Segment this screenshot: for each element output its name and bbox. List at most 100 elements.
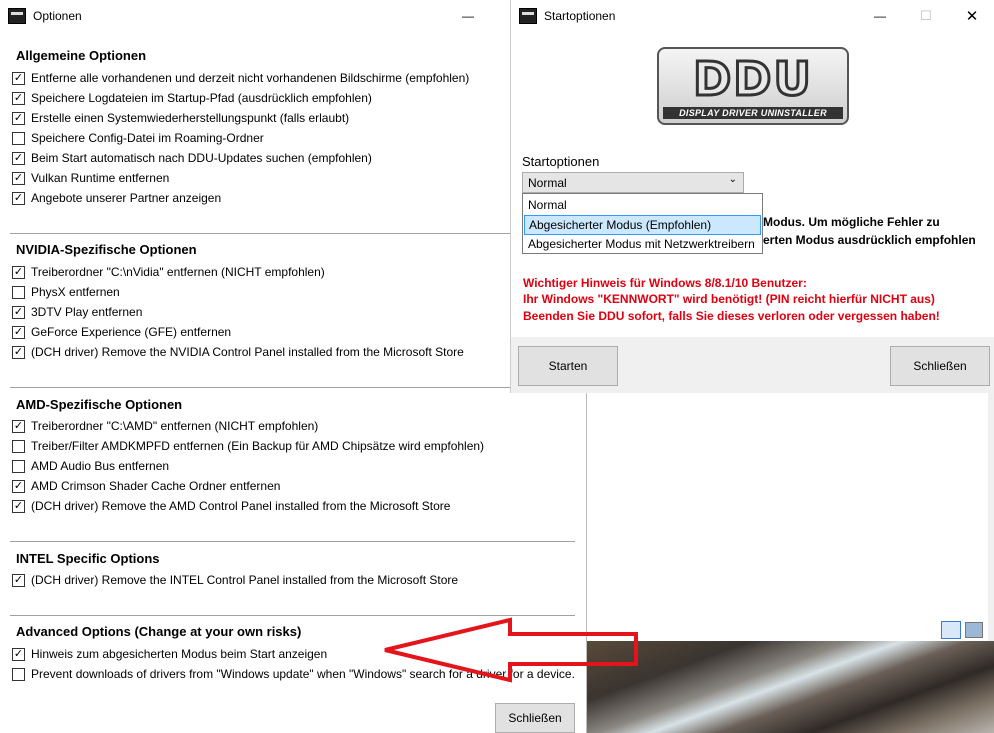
options-titlebar: Optionen — [0, 0, 586, 32]
option-label: Erstelle einen Systemwiederherstellungsp… [31, 111, 350, 125]
option-label: Prevent downloads of drivers from "Windo… [31, 667, 575, 681]
option-checkbox[interactable]: ✓ [12, 71, 25, 85]
option-label: PhysX entfernen [31, 285, 120, 299]
option-label: Treiberordner "C:\nVidia" entfernen (NIC… [31, 265, 325, 279]
option-label: Angebote unserer Partner anzeigen [31, 191, 222, 205]
options-window-title: Optionen [33, 9, 82, 23]
details-view-icon[interactable] [941, 621, 961, 639]
option-label: Hinweis zum abgesicherten Modus beim Sta… [31, 647, 328, 661]
option-label: Vulkan Runtime entfernen [31, 171, 170, 185]
dropdown-option-safe-mode[interactable]: Abgesicherter Modus (Empfohlen) [524, 215, 761, 235]
section-title: INTEL Specific Options [16, 551, 160, 566]
option-checkbox[interactable]: ✓ [12, 479, 25, 493]
section-title: NVIDIA-Spezifische Optionen [16, 242, 197, 257]
option-checkbox[interactable]: ✓ [12, 151, 25, 165]
option-checkbox[interactable] [12, 459, 25, 473]
info-text-line2: erten Modus ausdrücklich empfohlen [763, 233, 976, 247]
section-title: Allgemeine Optionen [16, 48, 147, 63]
option-row[interactable]: ✓ (DCH driver) Remove the INTEL Control P… [12, 571, 458, 589]
option-row[interactable]: Speichere Config-Datei im Roaming-Ordner [12, 129, 264, 147]
option-label: Speichere Config-Datei im Roaming-Ordner [31, 131, 264, 145]
option-row[interactable]: ✓ Speichere Logdateien im Startup-Pfad (a… [12, 89, 372, 107]
option-checkbox[interactable]: ✓ [12, 265, 25, 279]
minimize-button[interactable]: — [857, 0, 903, 32]
option-row[interactable]: ✓ Angebote unserer Partner anzeigen [12, 189, 221, 207]
option-row[interactable]: ✓ (DCH driver) Remove the AMD Control Pan… [12, 497, 450, 515]
option-row[interactable]: ✓ AMD Crimson Shader Cache Ordner entfern… [12, 477, 280, 495]
scrollbar-strip [988, 393, 994, 641]
options-window: Optionen — Allgemeine Optionen ✓ Entferne … [0, 0, 587, 733]
ddu-logo-text: DDU [692, 52, 813, 107]
option-row[interactable]: ✓ Hinweis zum abgesicherten Modus beim St… [12, 645, 327, 663]
option-row[interactable]: ✓ (DCH driver) Remove the NVIDIA Control … [12, 343, 464, 361]
close-button[interactable]: ✕ [949, 0, 994, 32]
option-checkbox[interactable]: ✓ [12, 191, 25, 205]
option-checkbox[interactable]: ✓ [12, 171, 25, 185]
option-row[interactable]: ✓ 3DTV Play entfernen [12, 303, 142, 321]
options-close-button[interactable]: Schließen [495, 703, 575, 733]
ddu-app-icon [8, 8, 26, 24]
option-row[interactable]: ✓ GeForce Experience (GFE) entfernen [12, 323, 231, 341]
close-icon: ✕ [965, 8, 979, 25]
startup-close-label: Schließen [913, 359, 967, 373]
maximize-button[interactable]: ☐ [903, 0, 949, 32]
chevron-down-icon: ⌄ [728, 174, 737, 185]
warning-line2: Ihr Windows "KENNWORT" wird benötigt! (P… [523, 292, 935, 306]
option-checkbox[interactable]: ✓ [12, 91, 25, 105]
option-label: Speichere Logdateien im Startup-Pfad (au… [31, 91, 372, 105]
option-checkbox[interactable] [12, 667, 25, 681]
option-label: (DCH driver) Remove the NVIDIA Control P… [31, 345, 464, 359]
dropdown-option-safe-mode-network[interactable]: Abgesicherter Modus mit Netzwerktreibern [524, 235, 761, 253]
maximize-icon: ☐ [920, 8, 932, 23]
option-row[interactable]: ✓ Treiberordner "C:\nVidia" entfernen (NI… [12, 263, 325, 281]
dropdown-list: Normal Abgesicherter Modus (Empfohlen) A… [522, 193, 763, 254]
option-label: Beim Start automatisch nach DDU-Updates … [31, 151, 372, 165]
option-label: Treiberordner "C:\AMD" entfernen (NICHT … [31, 419, 319, 433]
startup-close-button[interactable]: Schließen [890, 346, 990, 386]
option-row[interactable]: ✓ Erstelle einen Systemwiederherstellungs… [12, 109, 349, 127]
ddu-logo-subtitle: DISPLAY DRIVER UNINSTALLER [663, 107, 843, 119]
options-close-label: Schließen [508, 711, 562, 725]
explorer-view-icons [941, 621, 985, 639]
info-text-line1: Modus. Um mögliche Fehler zu [763, 215, 940, 229]
option-checkbox[interactable]: ✓ [12, 325, 25, 339]
startup-options-label: Startoptionen [522, 154, 600, 169]
dropdown-option-normal[interactable]: Normal [524, 196, 761, 214]
option-row[interactable]: PhysX entfernen [12, 283, 120, 301]
option-label: Entferne alle vorhandenen und derzeit ni… [31, 71, 470, 85]
option-checkbox[interactable]: ✓ [12, 647, 25, 661]
option-row[interactable]: AMD Audio Bus entfernen [12, 457, 169, 475]
section-divider [10, 233, 575, 234]
option-label: AMD Audio Bus entfernen [31, 459, 170, 473]
minimize-icon: — [874, 9, 886, 23]
ddu-app-icon [519, 8, 537, 24]
minimize-icon[interactable]: — [462, 9, 474, 23]
option-label: Treiber/Filter AMDKMPFD entfernen (Ein B… [31, 439, 485, 453]
option-checkbox[interactable] [12, 285, 25, 299]
option-checkbox[interactable]: ✓ [12, 419, 25, 433]
option-checkbox[interactable]: ✓ [12, 111, 25, 125]
section-divider [10, 615, 575, 616]
option-row[interactable]: Treiber/Filter AMDKMPFD entfernen (Ein B… [12, 437, 484, 455]
option-row[interactable]: ✓ Vulkan Runtime entfernen [12, 169, 169, 187]
option-label: (DCH driver) Remove the INTEL Control Pa… [31, 573, 459, 587]
section-divider [10, 541, 575, 542]
option-row[interactable]: ✓ Entferne alle vorhandenen und derzeit n… [12, 69, 469, 87]
start-button[interactable]: Starten [518, 346, 618, 386]
waterfall-photo [585, 641, 994, 733]
option-row[interactable]: ✓ Treiberordner "C:\AMD" entfernen (NICHT… [12, 417, 318, 435]
section-title: AMD-Spezifische Optionen [16, 397, 183, 412]
option-checkbox[interactable] [12, 131, 25, 145]
tiles-view-icon[interactable] [965, 622, 983, 638]
start-button-label: Starten [548, 359, 588, 373]
option-checkbox[interactable]: ✓ [12, 573, 25, 587]
startup-mode-dropdown[interactable]: Normal ⌄ [522, 172, 744, 193]
startup-window-title: Startoptionen [544, 9, 616, 23]
option-checkbox[interactable]: ✓ [12, 305, 25, 319]
option-checkbox[interactable] [12, 439, 25, 453]
option-row[interactable]: Prevent downloads of drivers from "Windo… [12, 665, 575, 683]
option-checkbox[interactable]: ✓ [12, 499, 25, 513]
option-row[interactable]: ✓ Beim Start automatisch nach DDU-Updates… [12, 149, 372, 167]
startup-window: Startoptionen — ☐ ✕ DDU DISPLAY DRIVER U… [510, 0, 994, 393]
option-checkbox[interactable]: ✓ [12, 345, 25, 359]
